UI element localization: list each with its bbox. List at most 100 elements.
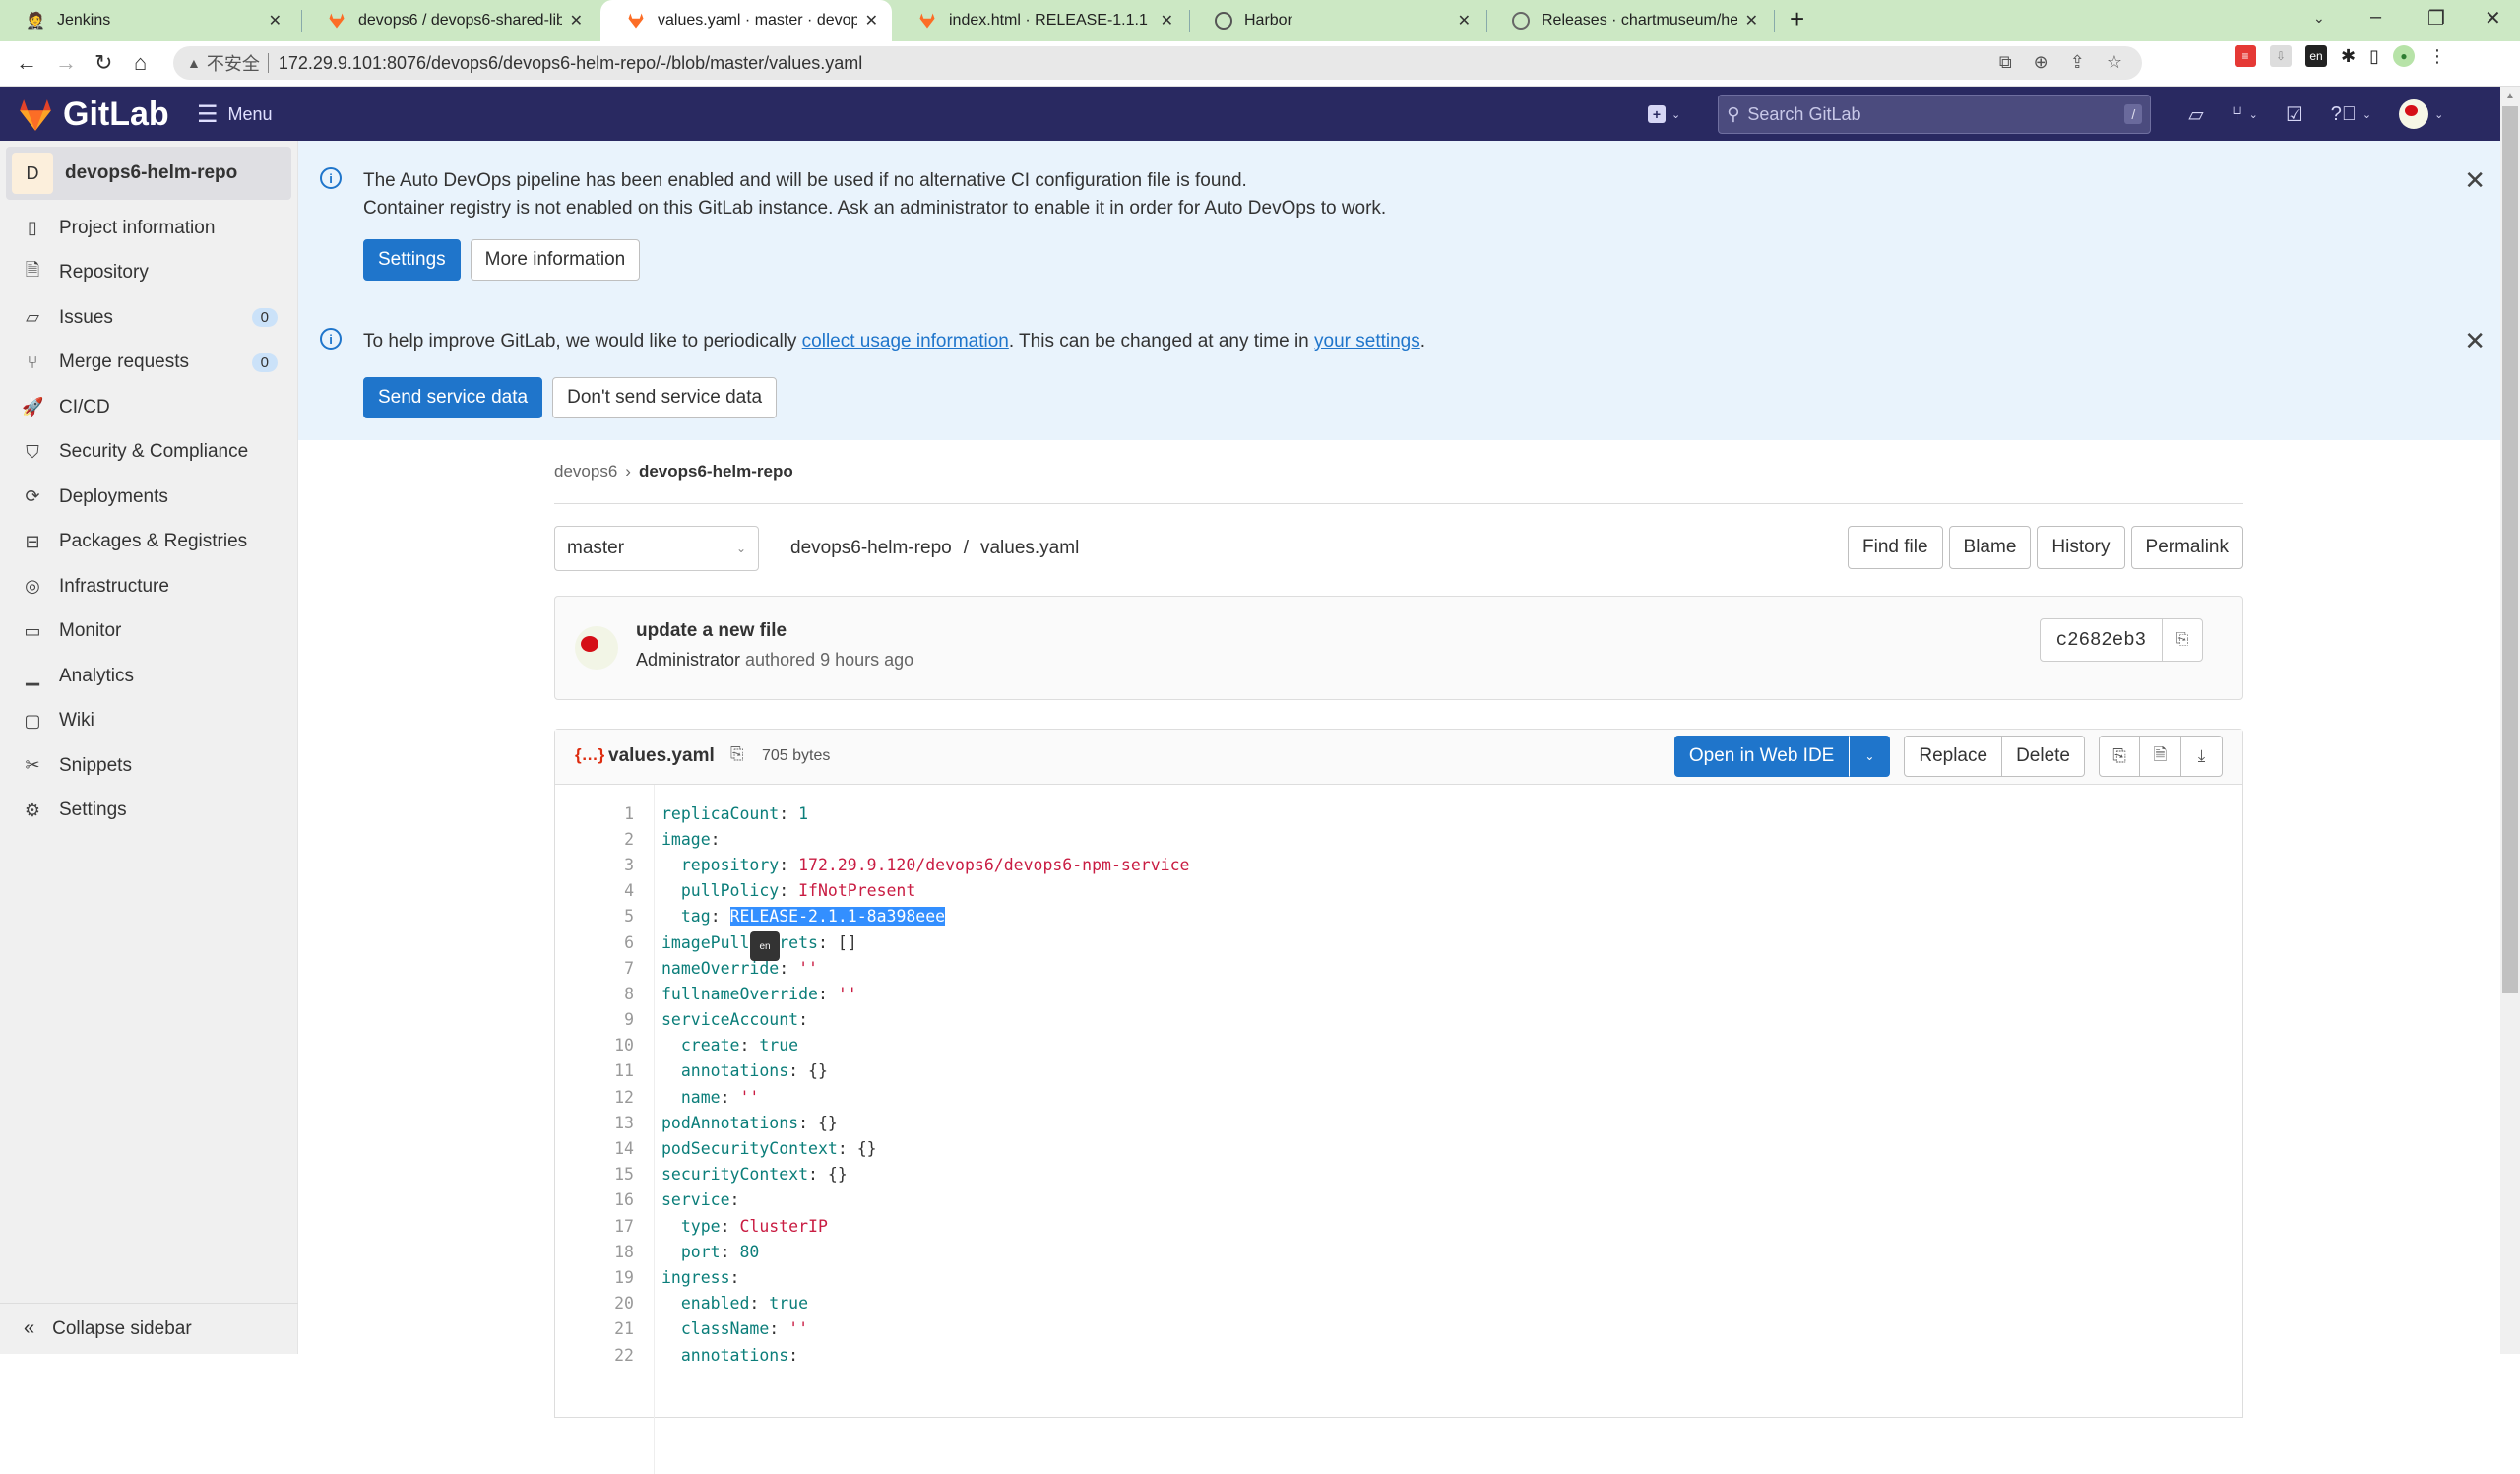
your-settings-link[interactable]: your settings (1314, 331, 1420, 352)
url-text[interactable]: 172.29.9.101:8076/devops6/devops6-helm-r… (279, 53, 862, 74)
line-number[interactable]: 13 (555, 1114, 634, 1132)
line-number[interactable]: 10 (555, 1036, 634, 1055)
sidebar-item[interactable]: ⑂ Merge requests 0 (0, 341, 297, 386)
line-number[interactable]: 21 (555, 1319, 634, 1338)
forward-icon[interactable]: → (55, 50, 77, 76)
sidebar-item[interactable]: ⊟ Packages & Registries (0, 520, 297, 565)
line-number[interactable]: 4 (555, 881, 634, 900)
line-number[interactable]: 2 (555, 830, 634, 849)
extension-icon[interactable]: en (2305, 45, 2327, 67)
line-number[interactable]: 9 (555, 1010, 634, 1029)
zoom-icon[interactable]: ⊕ (2034, 52, 2048, 73)
puzzle-icon[interactable]: ✱ (2341, 46, 2356, 67)
more-icon[interactable]: ⋮ (2428, 46, 2446, 67)
scrollbar-thumb[interactable] (2502, 106, 2518, 993)
sidebar-project[interactable]: D devops6-helm-repo (6, 147, 291, 200)
browser-tab[interactable]: Harbor ✕ (1189, 0, 1484, 41)
open-raw-icon[interactable]: 🗎 (2140, 736, 2181, 777)
page-scrollbar[interactable]: ▲ (2500, 87, 2520, 1354)
line-number[interactable]: 20 (555, 1294, 634, 1313)
sidebar-item[interactable]: ⚙ Settings (0, 789, 297, 834)
sidebar-item[interactable]: ⛉ Security & Compliance (0, 430, 297, 476)
replace-button[interactable]: Replace (1904, 736, 2003, 777)
send-service-data-button[interactable]: Send service data (363, 377, 543, 418)
line-number[interactable]: 3 (555, 856, 634, 874)
issues-icon[interactable]: ▱ (2188, 102, 2203, 127)
sidebar-item[interactable]: ✂ Snippets (0, 743, 297, 789)
menu-button[interactable]: ☰ Menu (197, 100, 273, 129)
copy-sha-icon[interactable]: ⎘ (2163, 619, 2202, 661)
browser-tab-active[interactable]: values.yaml · master · devops6 ✕ (600, 0, 892, 41)
sidebar-item[interactable]: 🗎 Repository (0, 251, 297, 296)
extension-icon[interactable]: ≡ (2235, 45, 2256, 67)
sidebar-item[interactable]: 🚀 CI/CD (0, 385, 297, 430)
minimize-icon[interactable]: – (2370, 6, 2381, 29)
home-icon[interactable]: ⌂ (134, 50, 147, 76)
commit-sha[interactable]: c2682eb3 (2041, 619, 2163, 661)
copy-path-icon[interactable]: ⎘ (730, 744, 744, 764)
commit-author-avatar[interactable] (575, 626, 618, 670)
back-icon[interactable]: ← (16, 50, 37, 76)
line-number[interactable]: 7 (555, 959, 634, 978)
translate-icon[interactable]: ⧉ (1999, 52, 2012, 73)
permalink-button[interactable]: Permalink (2130, 526, 2243, 569)
share-icon[interactable]: ⇪ (2070, 52, 2085, 73)
close-tab-icon[interactable]: ✕ (269, 11, 282, 31)
line-number[interactable]: 8 (555, 985, 634, 1003)
line-number[interactable]: 15 (555, 1165, 634, 1184)
collect-usage-link[interactable]: collect usage information (802, 331, 1009, 352)
close-icon[interactable]: ✕ (2464, 326, 2486, 356)
browser-tab[interactable]: Releases · chartmuseum/helm- ✕ (1486, 0, 1772, 41)
close-tab-icon[interactable]: ✕ (570, 11, 583, 31)
ide-dropdown-button[interactable]: ⌄ (1849, 736, 1891, 777)
breadcrumb-project[interactable]: devops6-helm-repo (639, 462, 793, 481)
gitlab-logo[interactable]: GitLab (16, 96, 169, 134)
reload-icon[interactable]: ↻ (94, 50, 112, 76)
new-tab-button[interactable]: + (1790, 4, 1804, 34)
sidebar-item[interactable]: ▢ Wiki (0, 699, 297, 744)
line-number[interactable]: 14 (555, 1139, 634, 1158)
line-number[interactable]: 19 (555, 1268, 634, 1287)
find-file-button[interactable]: Find file (1848, 526, 1943, 569)
close-icon[interactable]: ✕ (2464, 165, 2486, 196)
close-tab-icon[interactable]: ✕ (1458, 11, 1471, 31)
todos-icon[interactable]: ☑ (2286, 102, 2303, 127)
line-number[interactable]: 17 (555, 1217, 634, 1236)
dont-send-service-data-button[interactable]: Don't send service data (552, 377, 778, 418)
line-number[interactable]: 5 (555, 907, 634, 926)
line-number[interactable]: 11 (555, 1061, 634, 1080)
collapse-sidebar-button[interactable]: « Collapse sidebar (0, 1303, 298, 1354)
sidebar-item[interactable]: ▯ Project information (0, 206, 297, 251)
new-dropdown[interactable]: + ⌄ (1648, 105, 1680, 123)
close-tab-icon[interactable]: ✕ (1161, 11, 1173, 31)
close-window-icon[interactable]: ✕ (2485, 6, 2501, 31)
browser-tab[interactable]: devops6 / devops6-shared-lib ✕ (301, 0, 597, 41)
history-button[interactable]: History (2037, 526, 2125, 569)
open-in-web-ide-button[interactable]: Open in Web IDE (1673, 736, 1850, 777)
more-information-button[interactable]: More information (470, 239, 641, 281)
copy-contents-icon[interactable]: ⎘ (2099, 736, 2140, 777)
line-number[interactable]: 6 (555, 933, 634, 952)
line-number[interactable]: 22 (555, 1346, 634, 1365)
commit-message[interactable]: update a new file (636, 620, 787, 642)
sidebar-item[interactable]: ▭ Monitor (0, 609, 297, 655)
merge-requests-dropdown[interactable]: ⑂ ⌄ (2232, 103, 2258, 126)
sidepanel-icon[interactable]: ▯ (2369, 46, 2379, 67)
line-number[interactable]: 16 (555, 1190, 634, 1209)
close-tab-icon[interactable]: ✕ (865, 11, 878, 31)
line-number[interactable]: 1 (555, 804, 634, 823)
path-root-link[interactable]: devops6-helm-repo (790, 538, 952, 559)
breadcrumb-group[interactable]: devops6 (554, 462, 617, 481)
sidebar-item[interactable]: ⟳ Deployments (0, 475, 297, 520)
browser-tab[interactable]: index.html · RELEASE-1.1.1 · de ✕ (892, 0, 1187, 41)
blame-button[interactable]: Blame (1948, 526, 2032, 569)
settings-button[interactable]: Settings (363, 239, 461, 281)
help-dropdown[interactable]: ?⃝ ⌄ (2331, 103, 2371, 126)
search-input[interactable]: ⚲ Search GitLab / (1718, 95, 2152, 134)
download-icon[interactable]: ⤓ (2181, 736, 2223, 777)
delete-button[interactable]: Delete (2002, 736, 2085, 777)
profile-icon[interactable]: ● (2393, 45, 2415, 67)
tab-search-icon[interactable]: ⌄ (2313, 10, 2325, 27)
sidebar-item[interactable]: ▱ Issues 0 (0, 295, 297, 341)
scroll-up-icon[interactable]: ▲ (2505, 91, 2515, 101)
